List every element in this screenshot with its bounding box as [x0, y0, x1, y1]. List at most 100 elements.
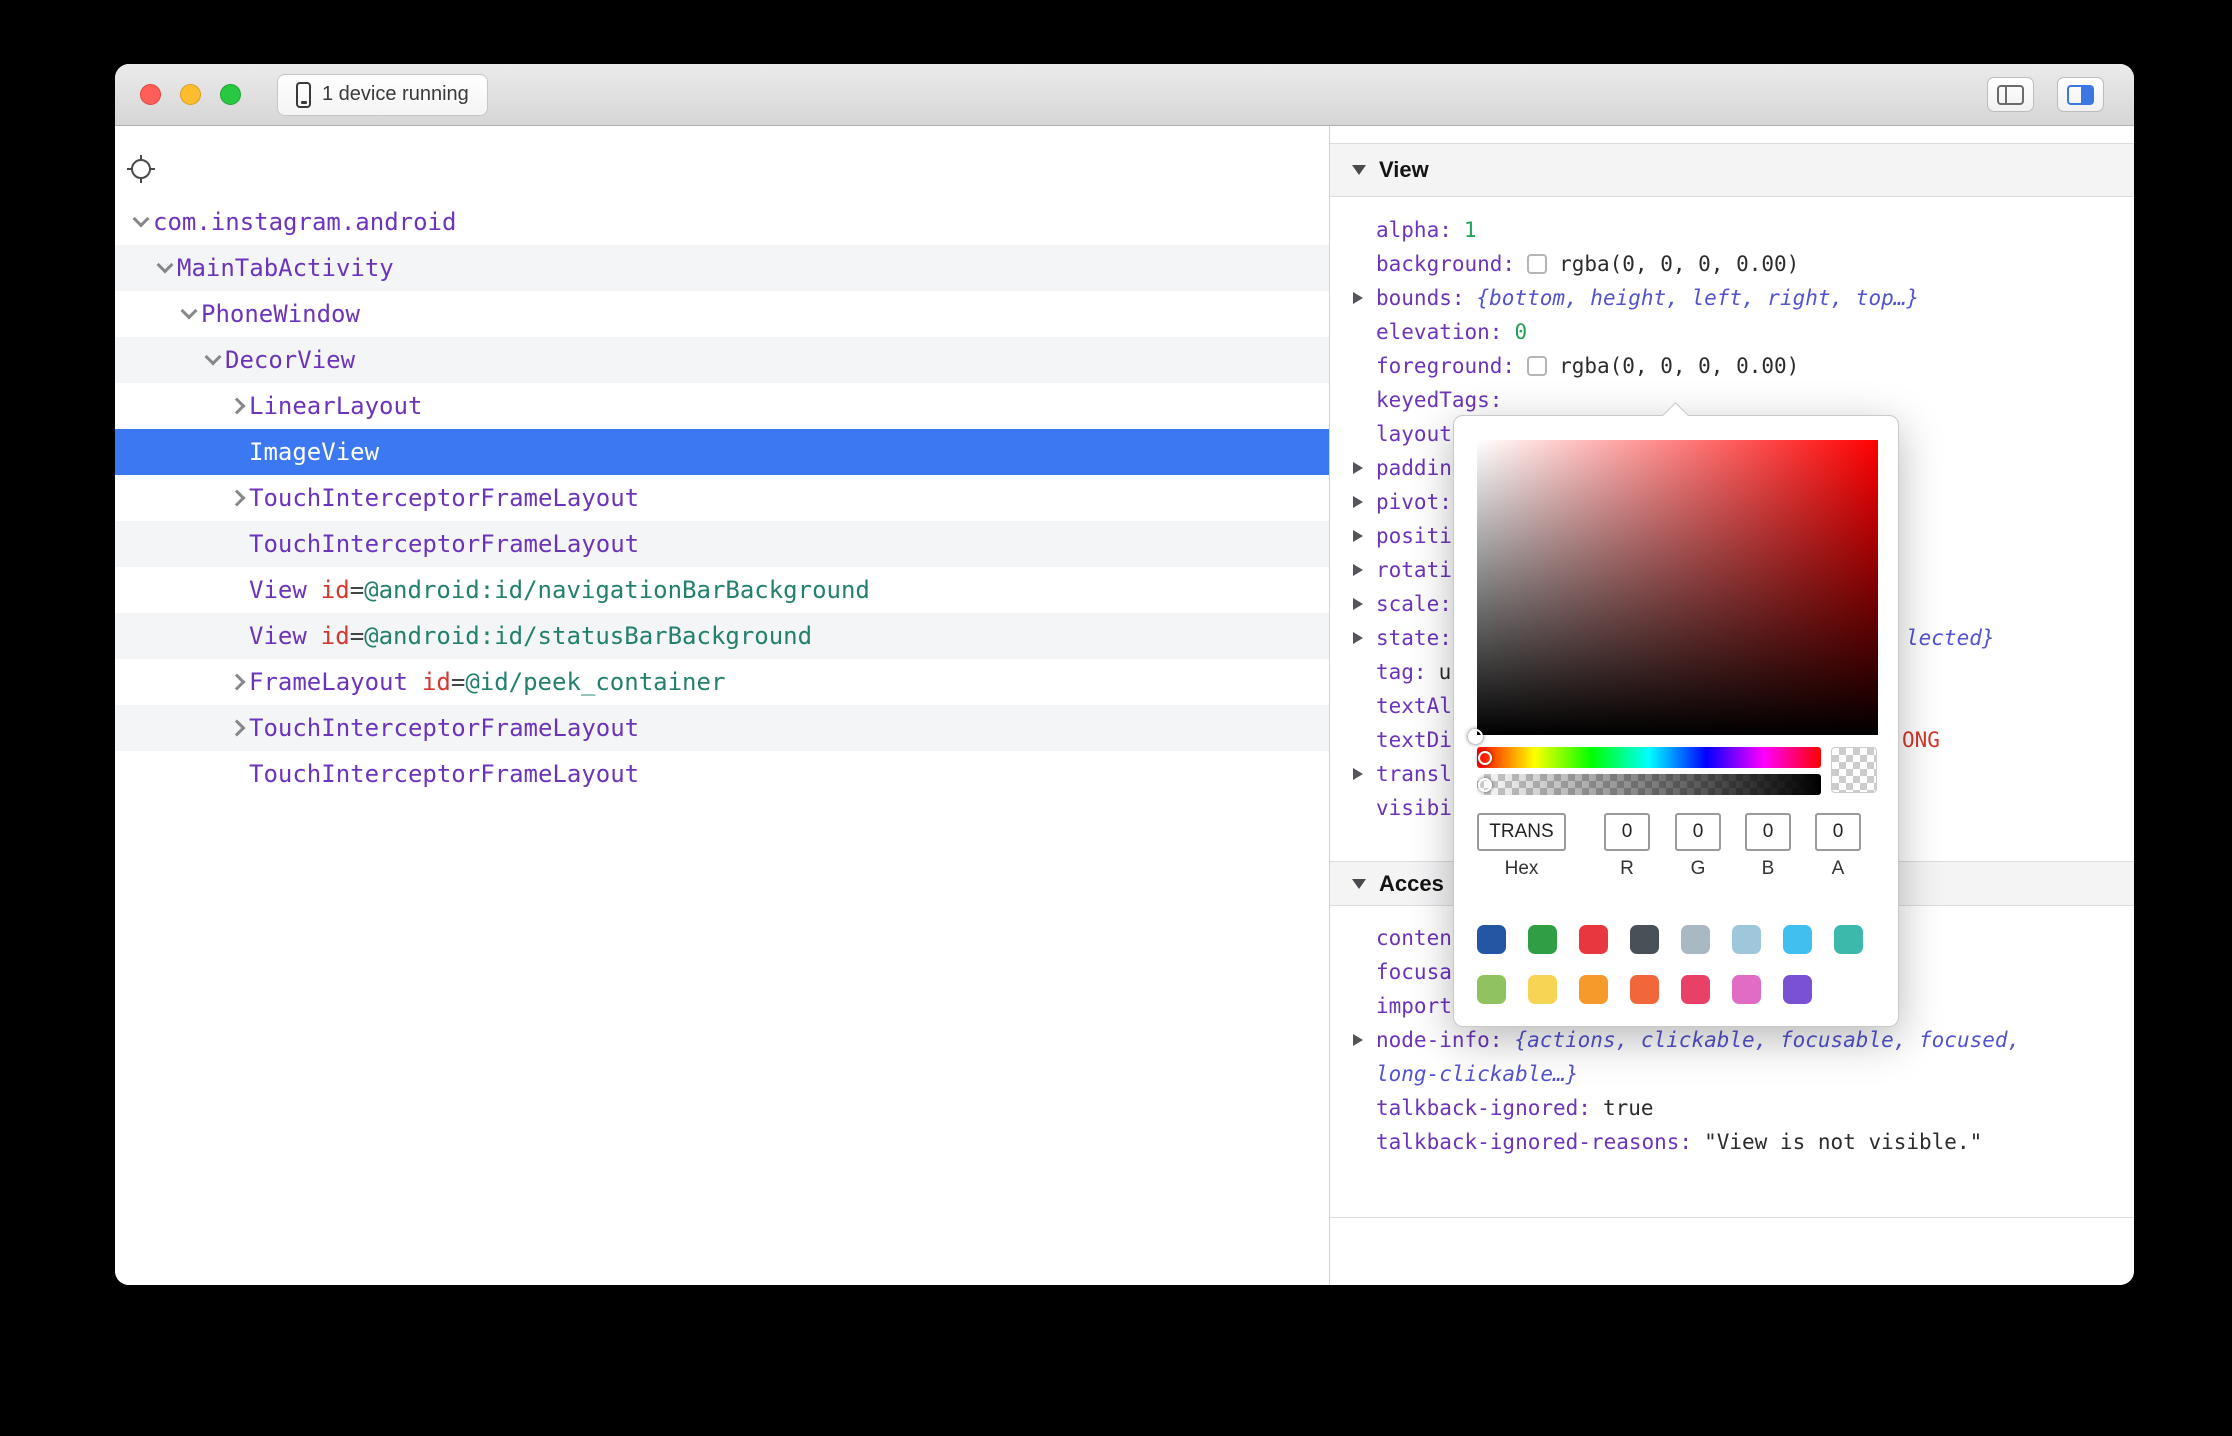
- hue-knob[interactable]: [1478, 751, 1492, 765]
- preset-color-swatch[interactable]: [1732, 975, 1761, 1004]
- disclosure-chevron-icon[interactable]: [225, 383, 249, 429]
- expand-triangle-icon[interactable]: [1353, 768, 1363, 780]
- disclosure-chevron-icon[interactable]: [129, 199, 153, 245]
- tree-row[interactable]: TouchInterceptorFrameLayout: [115, 751, 1329, 797]
- tree-row[interactable]: PhoneWindow: [115, 291, 1329, 337]
- expand-triangle-icon[interactable]: [1353, 530, 1363, 542]
- property-row[interactable]: elevation:0: [1330, 315, 2134, 349]
- device-status-button[interactable]: 1 device running: [277, 74, 488, 116]
- right-panel-icon: [2067, 85, 2094, 105]
- property-row[interactable]: talkback-ignored:true: [1330, 1091, 2134, 1125]
- property-row[interactable]: alpha:1: [1330, 213, 2134, 247]
- property-name: paddin: [1376, 456, 1452, 480]
- preset-color-swatch[interactable]: [1783, 925, 1812, 954]
- alpha-input[interactable]: [1815, 813, 1861, 851]
- minimize-window-button[interactable]: [180, 84, 201, 105]
- expand-triangle-icon[interactable]: [1353, 632, 1363, 644]
- property-name: node-info:: [1376, 1028, 1502, 1052]
- property-row[interactable]: background:rgba(0, 0, 0, 0.00): [1330, 247, 2134, 281]
- tree-row[interactable]: DecorView: [115, 337, 1329, 383]
- target-locate-icon[interactable]: [126, 154, 156, 184]
- zoom-window-button[interactable]: [220, 84, 241, 105]
- tree-row[interactable]: TouchInterceptorFrameLayout: [115, 705, 1329, 751]
- saturation-value-area[interactable]: [1477, 440, 1878, 735]
- property-value: rgba(0, 0, 0, 0.00): [1559, 354, 1799, 378]
- disclosure-chevron-icon: [225, 521, 249, 567]
- property-value-continued: long-clickable…}: [1376, 1057, 2134, 1091]
- color-swatch-button[interactable]: [1527, 254, 1547, 274]
- blue-input[interactable]: [1745, 813, 1791, 851]
- toggle-left-panel-button[interactable]: [1987, 77, 2034, 112]
- tree-row[interactable]: TouchInterceptorFrameLayout: [115, 521, 1329, 567]
- tree-row[interactable]: MainTabActivity: [115, 245, 1329, 291]
- hex-input[interactable]: [1477, 813, 1566, 851]
- property-name: transl: [1376, 762, 1452, 786]
- alpha-slider[interactable]: [1477, 774, 1821, 795]
- close-window-button[interactable]: [140, 84, 161, 105]
- preset-color-swatch[interactable]: [1579, 975, 1608, 1004]
- tree-row[interactable]: FrameLayoutid=@id/peek_container: [115, 659, 1329, 705]
- expand-triangle-icon[interactable]: [1353, 564, 1363, 576]
- blue-label: B: [1745, 858, 1791, 880]
- hex-field-group: Hex: [1477, 813, 1566, 880]
- property-row[interactable]: bounds:{bottom, height, left, right, top…: [1330, 281, 2134, 315]
- tree-row[interactable]: Viewid=@android:id/statusBarBackground: [115, 613, 1329, 659]
- section-title: View: [1379, 157, 1429, 183]
- swatch-row: [1477, 975, 1863, 1004]
- disclosure-chevron-icon[interactable]: [225, 475, 249, 521]
- green-input[interactable]: [1675, 813, 1721, 851]
- section-disclosure-triangle-icon: [1352, 879, 1366, 889]
- property-name: state:: [1376, 626, 1452, 650]
- preset-color-swatch[interactable]: [1681, 975, 1710, 1004]
- disclosure-chevron-icon[interactable]: [225, 705, 249, 751]
- toggle-right-panel-button[interactable]: [2057, 77, 2104, 112]
- property-name: background:: [1376, 252, 1515, 276]
- tree-row[interactable]: ImageView: [115, 429, 1329, 475]
- preset-color-swatch[interactable]: [1528, 975, 1557, 1004]
- property-row[interactable]: keyedTags:: [1330, 383, 2134, 417]
- preset-color-swatch[interactable]: [1783, 975, 1812, 1004]
- expand-triangle-icon[interactable]: [1353, 292, 1363, 304]
- expand-triangle-icon[interactable]: [1353, 462, 1363, 474]
- expand-triangle-icon[interactable]: [1353, 1034, 1363, 1046]
- tree-node-label: com.instagram.android: [153, 208, 456, 236]
- tree-row[interactable]: TouchInterceptorFrameLayout: [115, 475, 1329, 521]
- id-attribute: id: [422, 668, 451, 696]
- preset-color-swatch[interactable]: [1834, 925, 1863, 954]
- disclosure-chevron-icon[interactable]: [201, 337, 225, 383]
- hue-slider[interactable]: [1477, 747, 1821, 768]
- property-row[interactable]: foreground:rgba(0, 0, 0, 0.00): [1330, 349, 2134, 383]
- preset-color-swatch[interactable]: [1579, 925, 1608, 954]
- preset-color-swatch[interactable]: [1630, 925, 1659, 954]
- property-row[interactable]: node-info: {actions, clickable, focusable…: [1330, 1023, 2134, 1091]
- property-name: rotati: [1376, 558, 1452, 582]
- preset-color-swatch[interactable]: [1477, 925, 1506, 954]
- disclosure-chevron-icon[interactable]: [177, 291, 201, 337]
- property-name: focusa: [1376, 960, 1452, 984]
- preset-color-swatch[interactable]: [1732, 925, 1761, 954]
- disclosure-chevron-icon[interactable]: [225, 659, 249, 705]
- tree-node-label: PhoneWindow: [201, 300, 360, 328]
- panel-toggle-group: [1987, 77, 2104, 112]
- disclosure-chevron-icon[interactable]: [153, 245, 177, 291]
- id-attribute: id: [321, 576, 350, 604]
- blue-field-group: B: [1745, 813, 1791, 880]
- expand-triangle-icon[interactable]: [1353, 496, 1363, 508]
- property-value: {actions, clickable, focusable, focused,: [1514, 1028, 2020, 1052]
- left-panel-icon: [1997, 85, 2024, 105]
- expand-triangle-icon[interactable]: [1353, 598, 1363, 610]
- tree-row[interactable]: LinearLayout: [115, 383, 1329, 429]
- section-header[interactable]: View: [1330, 143, 2134, 197]
- alpha-knob[interactable]: [1478, 778, 1492, 792]
- property-name: talkback-ignored:: [1376, 1096, 1591, 1120]
- color-swatch-button[interactable]: [1527, 356, 1547, 376]
- tree-row[interactable]: Viewid=@android:id/navigationBarBackgrou…: [115, 567, 1329, 613]
- tree-row[interactable]: com.instagram.android: [115, 199, 1329, 245]
- red-input[interactable]: [1604, 813, 1650, 851]
- preset-color-swatch[interactable]: [1681, 925, 1710, 954]
- preset-color-swatch[interactable]: [1477, 975, 1506, 1004]
- preset-color-swatch[interactable]: [1630, 975, 1659, 1004]
- property-row[interactable]: talkback-ignored-reasons:"View is not vi…: [1330, 1125, 2134, 1159]
- color-cursor[interactable]: [1468, 729, 1483, 744]
- preset-color-swatch[interactable]: [1528, 925, 1557, 954]
